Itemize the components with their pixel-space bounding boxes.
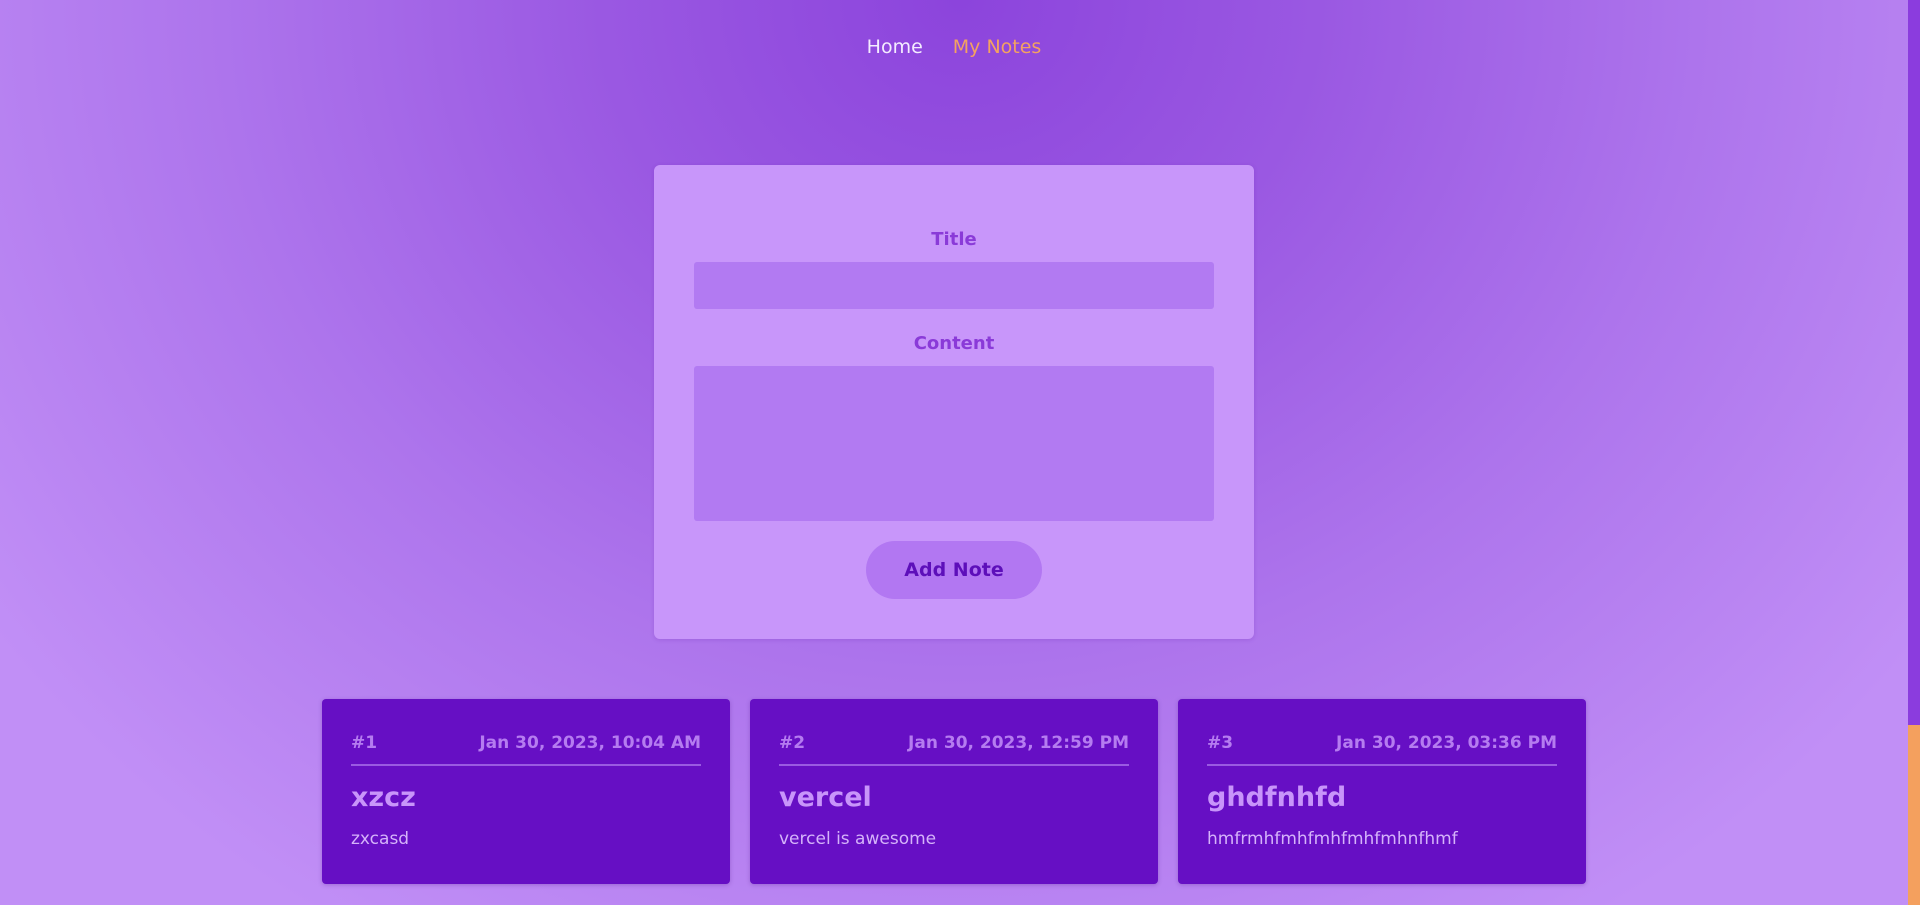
content-label: Content	[913, 333, 995, 354]
note-number: #2	[779, 733, 806, 753]
nav-home-link[interactable]: Home	[867, 38, 923, 57]
title-label: Title	[931, 229, 977, 250]
note-number: #3	[1207, 733, 1234, 753]
note-number: #1	[351, 733, 378, 753]
note-divider	[351, 764, 701, 766]
note-header: #2 Jan 30, 2023, 12:59 PM	[779, 732, 1129, 754]
note-content: zxcasd	[351, 829, 410, 849]
note-title: xzcz	[351, 782, 416, 813]
note-header: #1 Jan 30, 2023, 10:04 AM	[351, 732, 701, 754]
scrollbar-thumb[interactable]	[1908, 725, 1920, 905]
add-note-form: Title Content Add Note	[654, 165, 1254, 639]
title-input[interactable]	[694, 262, 1214, 309]
note-date: Jan 30, 2023, 03:36 PM	[1336, 733, 1557, 753]
page-scrollbar[interactable]	[1908, 0, 1920, 905]
note-date: Jan 30, 2023, 10:04 AM	[479, 733, 701, 753]
note-card: #1 Jan 30, 2023, 10:04 AM xzcz zxcasd	[322, 699, 730, 884]
note-content: hmfrmhfmhfmhfmhfmhnfhmf	[1207, 829, 1458, 849]
content-textarea[interactable]	[694, 366, 1214, 521]
note-card: #2 Jan 30, 2023, 12:59 PM vercel vercel …	[750, 699, 1158, 884]
add-note-button[interactable]: Add Note	[866, 541, 1042, 599]
nav-my-notes-link[interactable]: My Notes	[953, 38, 1042, 57]
main-nav: Home My Notes	[0, 38, 1908, 57]
note-header: #3 Jan 30, 2023, 03:36 PM	[1207, 732, 1557, 754]
note-divider	[779, 764, 1129, 766]
note-title: ghdfnhfd	[1207, 782, 1347, 813]
note-divider	[1207, 764, 1557, 766]
note-content: vercel is awesome	[779, 829, 937, 849]
note-date: Jan 30, 2023, 12:59 PM	[908, 733, 1129, 753]
note-card: #3 Jan 30, 2023, 03:36 PM ghdfnhfd hmfrm…	[1178, 699, 1586, 884]
note-title: vercel	[779, 782, 872, 813]
